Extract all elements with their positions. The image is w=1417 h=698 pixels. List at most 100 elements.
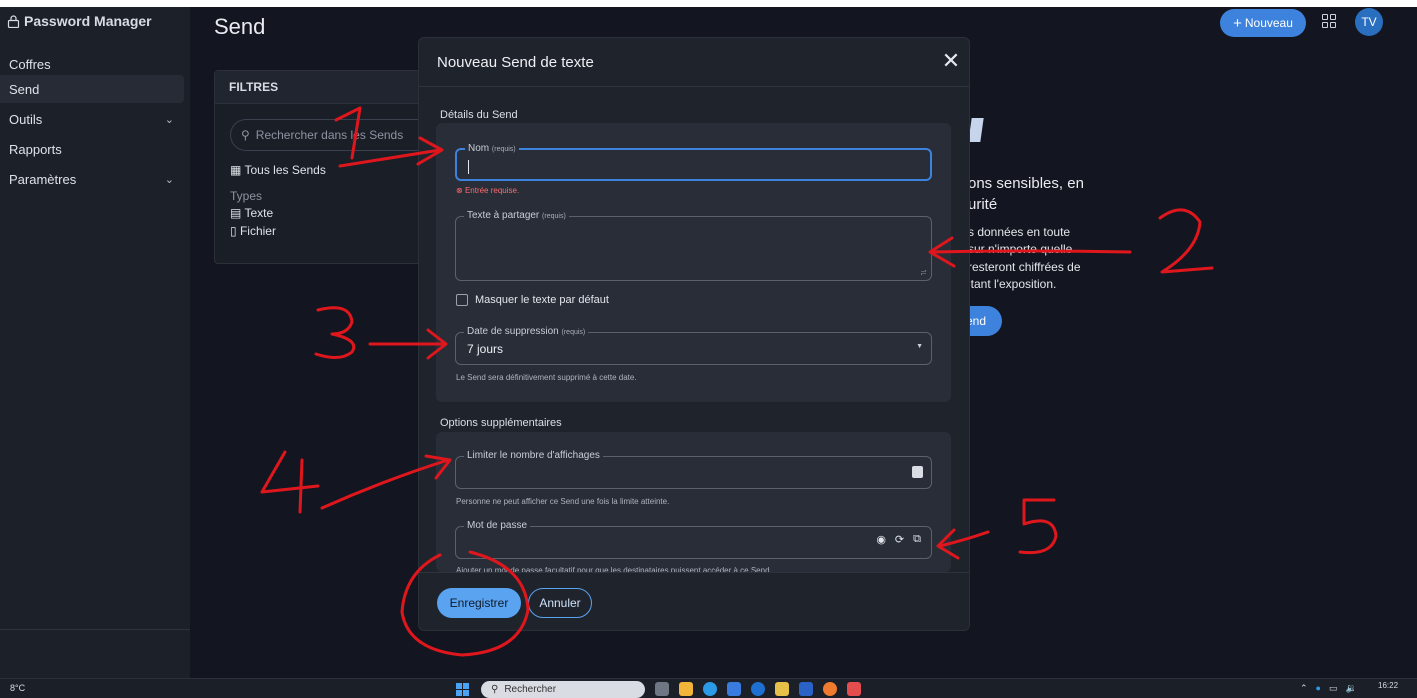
deletion-date-select[interactable]: Date de suppression (requis) 7 jours ▼ [455,326,932,365]
file-explorer-icon[interactable] [679,682,693,696]
send-details-card: Nom (requis) ⊗ Entrée requise. Texte à p… [436,123,951,402]
annotation-number-5 [1018,498,1058,555]
page-title: Send [214,14,266,39]
filter-types-label: Types [230,189,263,203]
max-views-field[interactable]: Limiter le nombre d'affichages [455,450,932,489]
filters-heading: FILTRES [215,71,431,104]
refresh-icon[interactable]: ⟳ [895,533,904,546]
dialog-title: Nouveau Send de texte [437,54,594,71]
top-edge-strip [0,0,1417,7]
empty-state-text-2: sur n'importe quelle [968,242,1073,256]
error-icon: ⊗ [456,186,463,195]
deletion-date-value: 7 jours [467,342,504,356]
system-tray: ⌃ ● ▭ 🔉 [1300,683,1357,694]
filter-type-text[interactable]: ▤ Texte [230,206,273,220]
outlook-icon[interactable] [751,682,765,696]
app-title[interactable]: Password Manager [7,13,152,29]
search-icon: ⚲ [491,684,499,695]
filter-type-text-label: Texte [244,206,274,220]
empty-state-text-1: s données en toute [968,225,1071,239]
apps-grid-icon[interactable] [1322,14,1336,28]
sidebar-item-label: Rapports [9,141,62,157]
chevron-down-icon: ⌄ [164,113,174,126]
taskbar-clock[interactable]: 16:22 [1378,681,1398,690]
new-text-send-dialog: Nouveau Send de texte ✕ Détails du Send … [418,37,970,631]
taskbar-apps [655,682,861,696]
word-icon[interactable] [799,682,813,696]
sidebar-item-label: Send [9,81,40,97]
text-field-required: (requis) [542,213,566,220]
close-button[interactable]: ✕ [939,49,963,73]
filter-all-sends-label: Tous les Sends [244,163,326,177]
grid-icon: ▦ [230,163,242,177]
max-views-hint: Personne ne peut afficher ce Send une fo… [456,497,670,506]
notes-icon[interactable] [775,682,789,696]
name-field-error: ⊗ Entrée requise. [456,186,519,195]
chevron-up-icon[interactable]: ⌃ [1300,683,1308,694]
windows-taskbar: 8°C ⚲ Rechercher ⌃ ● ▭ 🔉 16:22 [0,678,1417,698]
resize-handle-icon[interactable]: ≓ [920,268,927,277]
password-actions: ◉ ⟳ ⧉ [876,533,921,546]
file-icon: ▯ [230,224,237,238]
send-illustration [968,118,984,142]
network-icon[interactable]: ▭ [1329,683,1338,694]
dialog-footer: Enregistrer Annuler [419,572,969,630]
sidebar-item-label: Coffres [9,56,51,72]
lock-icon [7,14,20,28]
sidebar-item-outils[interactable]: Outils ⌄ [0,105,184,133]
volume-icon[interactable]: 🔉 [1346,683,1357,694]
text-to-share-field[interactable]: Texte à partager (requis) ≓ [455,210,932,281]
cloud-icon[interactable]: ● [1316,683,1321,694]
password-field[interactable]: Mot de passe ◉ ⟳ ⧉ [455,520,932,559]
max-views-label: Limiter le nombre d'affichages [464,450,603,461]
edge-browser-icon[interactable] [703,682,717,696]
eye-icon[interactable]: ◉ [876,533,886,546]
filters-panel: FILTRES ⚲ Rechercher dans les Sends ▦ To… [214,70,432,264]
sidebar-item-send[interactable]: Send [0,75,184,103]
sidebar: Password Manager Coffres Send Outils ⌄ Ra… [0,7,190,678]
save-button[interactable]: Enregistrer [437,588,521,618]
plus-icon: + [1233,14,1242,32]
sidebar-item-parametres[interactable]: Paramètres ⌄ [0,165,184,193]
filter-type-file-label: Fichier [239,224,276,238]
name-field[interactable]: Nom (requis) [455,143,932,181]
copy-icon[interactable]: ⧉ [913,533,921,546]
firefox-icon[interactable] [823,682,837,696]
empty-state-heading-1: ons sensibles, en [968,175,1084,192]
name-field-error-text: Entrée requise. [464,186,520,195]
pdf-reader-icon[interactable] [847,682,861,696]
cancel-button[interactable]: Annuler [528,588,592,618]
taskbar-search[interactable]: ⚲ Rechercher [481,681,645,698]
windows-start-icon[interactable] [456,683,469,696]
name-field-label: Nom [468,143,490,154]
task-view-icon[interactable] [655,682,669,696]
file-text-icon: ▤ [230,206,242,220]
section-send-details: Détails du Send [440,109,518,121]
chevron-down-icon: ⌄ [164,173,174,186]
deletion-date-hint: Le Send sera définitivement supprimé à c… [456,373,637,382]
sidebar-item-coffres[interactable]: Coffres [0,50,184,78]
annotation-number-2 [1158,208,1214,274]
sidebar-item-rapports[interactable]: Rapports [0,135,184,163]
weather-temperature[interactable]: 8°C [10,683,25,693]
deletion-date-label: Date de suppression [467,326,559,337]
text-field-label: Texte à partager [467,210,540,221]
hide-text-checkbox[interactable] [456,294,468,306]
avatar[interactable]: TV [1355,8,1383,36]
annotation-number-4 [260,450,320,514]
filter-all-sends[interactable]: ▦ Tous les Sends [230,163,326,177]
app-title-text: Password Manager [24,13,152,29]
sidebar-item-label: Paramètres [9,171,77,187]
annotation-number-3 [314,306,356,359]
deletion-date-required: (requis) [561,329,586,336]
hide-text-checkbox-label[interactable]: Masquer le texte par défaut [475,294,609,306]
store-icon[interactable] [727,682,741,696]
additional-options-card: Limiter le nombre d'affichages Personne … [436,432,951,575]
filter-search-input[interactable]: ⚲ Rechercher dans les Sends [230,119,430,151]
number-stepper[interactable] [912,466,923,478]
new-button-label: Nouveau [1244,16,1293,30]
new-button[interactable]: + Nouveau [1220,9,1306,37]
filter-type-file[interactable]: ▯ Fichier [230,224,276,238]
deletion-date-legend: Date de suppression (requis) [464,326,589,337]
dropdown-arrow-icon: ▼ [916,343,923,350]
